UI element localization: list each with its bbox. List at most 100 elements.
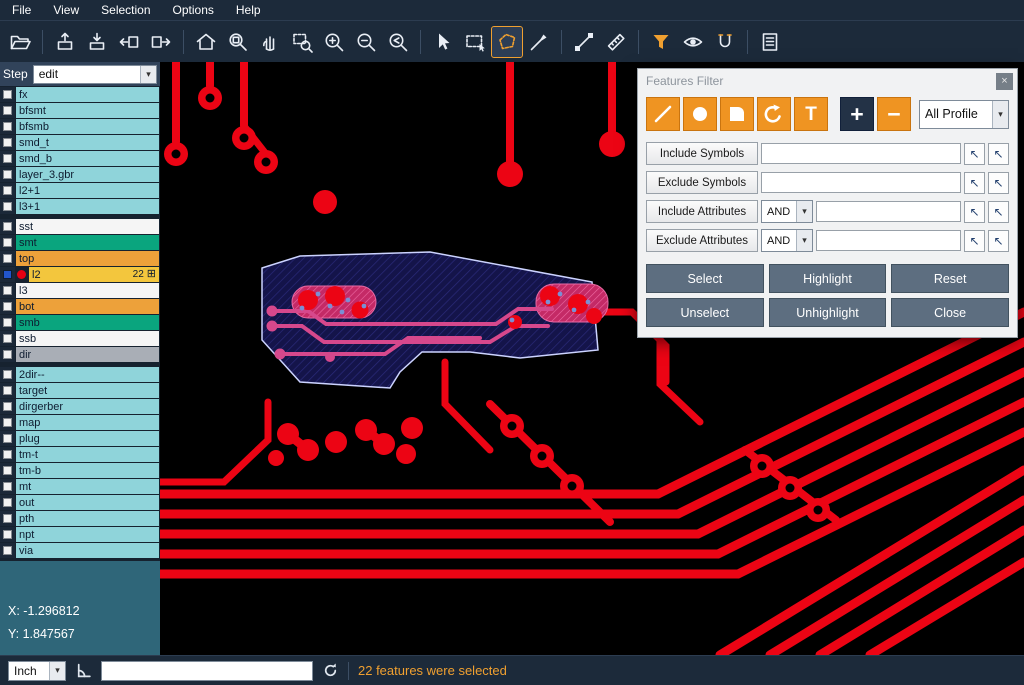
menu-item-view[interactable]: View xyxy=(45,1,87,19)
layer-row-plug[interactable]: plug xyxy=(0,431,159,446)
command-input[interactable] xyxy=(101,661,313,681)
menu-item-help[interactable]: Help xyxy=(228,1,269,19)
select-button[interactable]: Select xyxy=(646,264,764,293)
layer-name-chip[interactable]: smb xyxy=(16,315,159,330)
step-select[interactable]: edit ▾ xyxy=(33,65,157,84)
step-forward-button[interactable] xyxy=(146,27,176,57)
filter-negative-button[interactable]: − xyxy=(877,97,911,131)
pick-symbol-add-button[interactable]: ↖ xyxy=(988,143,1009,165)
filter-line-button[interactable] xyxy=(646,97,680,131)
mask-brush-button[interactable] xyxy=(524,27,554,57)
layer-row-ssb[interactable]: ssb xyxy=(0,331,159,346)
layer-visibility-checkbox[interactable] xyxy=(0,283,15,298)
pick-attribute-add-button[interactable]: ↖ xyxy=(988,201,1009,223)
pick-symbol-button[interactable]: ↖ xyxy=(964,143,985,165)
layer-name-chip[interactable]: smd_t xyxy=(16,135,159,150)
layer-row-tm-b[interactable]: tm-b xyxy=(0,463,159,478)
layer-name-chip[interactable]: map xyxy=(16,415,159,430)
zoom-window-button[interactable] xyxy=(287,27,317,57)
polygon-select-button[interactable] xyxy=(492,27,522,57)
layer-visibility-checkbox[interactable] xyxy=(0,235,15,250)
highlight-button[interactable]: Highlight xyxy=(769,264,887,293)
layer-name-chip[interactable]: mt xyxy=(16,479,159,494)
layer-name-chip[interactable]: bot xyxy=(16,299,159,314)
refresh-icon[interactable] xyxy=(322,662,339,679)
layer-visibility-checkbox[interactable] xyxy=(0,479,15,494)
layer-name-chip[interactable]: l222⊞ xyxy=(29,267,159,282)
layer-name-chip[interactable]: pth xyxy=(16,511,159,526)
layer-name-chip[interactable]: top xyxy=(16,251,159,266)
layer-name-chip[interactable]: npt xyxy=(16,527,159,542)
layer-name-chip[interactable]: ssb xyxy=(16,331,159,346)
layer-visibility-checkbox[interactable] xyxy=(0,367,15,382)
include-attributes-button[interactable]: Include Attributes xyxy=(646,200,758,223)
layer-row-2dir--[interactable]: 2dir-- xyxy=(0,367,159,382)
unselect-button[interactable]: Unselect xyxy=(646,298,764,327)
layer-row-map[interactable]: map xyxy=(0,415,159,430)
profile-select[interactable]: All Profile ▾ xyxy=(919,100,1009,129)
unhighlight-button[interactable]: Unhighlight xyxy=(769,298,887,327)
layer-name-chip[interactable]: out xyxy=(16,495,159,510)
layer-visibility-checkbox[interactable] xyxy=(0,399,15,414)
layer-name-chip[interactable]: smt xyxy=(16,235,159,250)
layer-name-chip[interactable]: smd_b xyxy=(16,151,159,166)
layer-name-chip[interactable]: bfsmt xyxy=(16,103,159,118)
layer-row-pth[interactable]: pth xyxy=(0,511,159,526)
layer-row-tm-t[interactable]: tm-t xyxy=(0,447,159,462)
open-folder-button[interactable] xyxy=(5,27,35,57)
layer-row-smt[interactable]: smt xyxy=(0,235,159,250)
close-button[interactable]: Close xyxy=(891,298,1009,327)
zoom-in-button[interactable] xyxy=(319,27,349,57)
layer-visibility-checkbox[interactable] xyxy=(0,119,15,134)
layer-visibility-checkbox[interactable] xyxy=(0,511,15,526)
include-symbols-button[interactable]: Include Symbols xyxy=(646,142,758,165)
layer-visibility-checkbox[interactable] xyxy=(0,415,15,430)
layer-visibility-checkbox[interactable] xyxy=(0,347,15,362)
layer-visibility-checkbox[interactable] xyxy=(0,103,15,118)
pick-attribute-add-button[interactable]: ↖ xyxy=(988,230,1009,252)
layer-row-target[interactable]: target xyxy=(0,383,159,398)
layer-name-chip[interactable]: layer_3.gbr xyxy=(16,167,159,182)
layer-visibility-checkbox[interactable] xyxy=(0,167,15,182)
layer-name-chip[interactable]: via xyxy=(16,543,159,558)
layer-visibility-checkbox[interactable] xyxy=(0,251,15,266)
exclude-attributes-button[interactable]: Exclude Attributes xyxy=(646,229,758,252)
menu-item-options[interactable]: Options xyxy=(165,1,222,19)
menu-item-file[interactable]: File xyxy=(4,1,39,19)
reset-button[interactable]: Reset xyxy=(891,264,1009,293)
exclude-attributes-logic-select[interactable]: AND ▾ xyxy=(761,229,813,252)
layer-name-chip[interactable]: l3+1 xyxy=(16,199,159,214)
layer-row-bfsmt[interactable]: bfsmt xyxy=(0,103,159,118)
measure-line-button[interactable] xyxy=(569,27,599,57)
layer-row-l3[interactable]: l3 xyxy=(0,283,159,298)
layer-visibility-checkbox[interactable] xyxy=(0,151,15,166)
select-cursor-button[interactable] xyxy=(428,27,458,57)
zoom-fit-button[interactable] xyxy=(223,27,253,57)
export-step-button[interactable] xyxy=(50,27,80,57)
import-step-button[interactable] xyxy=(82,27,112,57)
layer-name-chip[interactable]: 2dir-- xyxy=(16,367,159,382)
snap-button[interactable] xyxy=(710,27,740,57)
layer-name-chip[interactable]: sst xyxy=(16,219,159,234)
pick-symbol-add-button[interactable]: ↖ xyxy=(988,172,1009,194)
layer-visibility-checkbox[interactable] xyxy=(0,315,15,330)
filter-surface-button[interactable] xyxy=(720,97,754,131)
layer-row-bfsmb[interactable]: bfsmb xyxy=(0,119,159,134)
layer-visibility-checkbox[interactable] xyxy=(0,199,15,214)
layer-row-out[interactable]: out xyxy=(0,495,159,510)
layer-name-chip[interactable]: plug xyxy=(16,431,159,446)
layer-row-fx[interactable]: fx xyxy=(0,87,159,102)
layer-row-dir[interactable]: dir xyxy=(0,347,159,362)
layer-name-chip[interactable]: l2+1 xyxy=(16,183,159,198)
layer-visibility-checkbox[interactable] xyxy=(0,431,15,446)
layer-visibility-checkbox[interactable] xyxy=(0,183,15,198)
layer-visibility-checkbox[interactable] xyxy=(0,299,15,314)
zoom-previous-button[interactable] xyxy=(383,27,413,57)
layer-name-chip[interactable]: l3 xyxy=(16,283,159,298)
layer-row-l2[interactable]: l222⊞ xyxy=(0,267,159,282)
filter-positive-button[interactable]: + xyxy=(840,97,874,131)
menu-item-selection[interactable]: Selection xyxy=(93,1,158,19)
layer-row-dirgerber[interactable]: dirgerber xyxy=(0,399,159,414)
layer-row-l2+1[interactable]: l2+1 xyxy=(0,183,159,198)
include-symbols-input[interactable] xyxy=(761,143,961,164)
